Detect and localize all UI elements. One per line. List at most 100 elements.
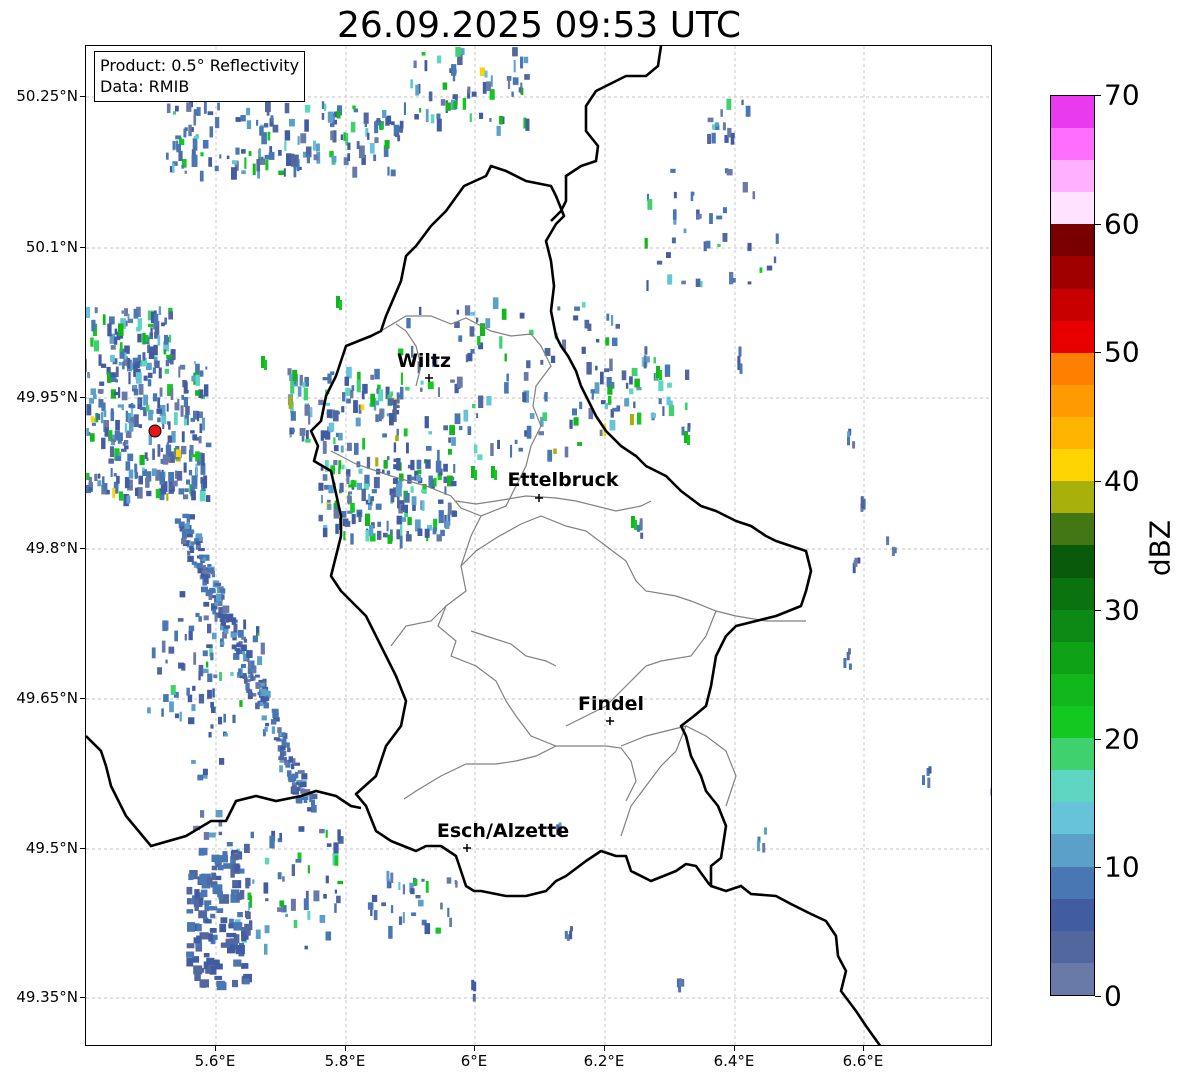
echo-cell <box>325 402 330 406</box>
lon-tick-label: 6°E <box>460 1052 488 1070</box>
echo-cell <box>109 446 115 457</box>
echo-cell <box>396 515 403 525</box>
echo-cell <box>115 379 119 383</box>
echo-cell <box>161 640 166 653</box>
echo-cell <box>211 865 218 871</box>
echo-cell <box>629 414 634 426</box>
echo-cell <box>594 382 600 394</box>
echo-cell <box>193 361 197 365</box>
city-label-wiltz: Wiltz <box>396 350 452 372</box>
echo-cell <box>324 484 330 490</box>
echo-cell <box>318 482 324 491</box>
colorbar-tick <box>1095 223 1101 225</box>
echo-cell <box>265 898 269 902</box>
echo-cell <box>128 372 131 385</box>
echo-cell <box>159 471 165 485</box>
echo-cell <box>137 318 142 330</box>
echo-cell <box>201 453 205 466</box>
radar-map[interactable] <box>85 45 992 1046</box>
echo-cell <box>327 373 332 384</box>
echo-cell <box>168 307 173 312</box>
echo-cell <box>184 170 187 174</box>
echo-cell <box>241 149 246 154</box>
echo-cell <box>330 130 334 141</box>
echo-cell <box>244 910 250 918</box>
echo-cell <box>373 910 378 921</box>
echo-cell <box>368 504 372 511</box>
echo-cell <box>202 650 208 657</box>
echo-cell <box>470 311 476 316</box>
echo-cell <box>512 47 518 57</box>
echo-cell <box>170 388 174 400</box>
echo-cell <box>557 306 561 311</box>
echo-cell <box>438 510 444 524</box>
colorbar-tick-label: 30 <box>1104 593 1140 627</box>
echo-cell <box>210 652 214 661</box>
echo-cell <box>198 548 205 552</box>
echo-cell <box>440 902 443 910</box>
echo-cell <box>238 868 245 874</box>
echo-cell <box>199 423 203 434</box>
echo-cell <box>232 714 236 724</box>
echo-cell <box>705 240 711 249</box>
echo-cell <box>664 364 671 377</box>
echo-cell <box>244 923 252 931</box>
echo-cell <box>449 425 455 435</box>
echo-cell <box>286 153 292 166</box>
echo-cell <box>525 118 530 131</box>
lat-tick <box>80 247 85 248</box>
echo-cell <box>612 381 615 389</box>
echo-cell <box>88 373 91 379</box>
echo-cell <box>204 900 212 905</box>
echo-cell <box>484 70 488 78</box>
echo-cell <box>425 109 429 123</box>
echo-cell <box>273 737 280 741</box>
echo-cell <box>670 168 676 173</box>
echo-cell <box>261 132 267 145</box>
echo-cell <box>586 362 592 375</box>
echo-cell <box>490 443 494 456</box>
echo-cell <box>419 306 422 315</box>
echo-cell <box>334 903 337 913</box>
echo-cell <box>210 724 214 729</box>
echo-cell <box>124 423 128 433</box>
echo-cell <box>214 602 219 607</box>
echo-cell <box>97 480 102 487</box>
echo-cell <box>742 182 748 193</box>
colorbar-segment <box>1051 738 1094 771</box>
echo-cell <box>279 765 283 773</box>
echo-cell <box>413 879 418 886</box>
echo-cell <box>270 719 277 725</box>
echo-cell <box>198 435 202 444</box>
echo-cell <box>696 213 702 219</box>
echo-cell <box>186 909 194 914</box>
echo-cell <box>110 411 115 421</box>
echo-cell <box>107 323 112 337</box>
echo-cell <box>255 682 261 689</box>
echo-cell <box>522 392 527 402</box>
echo-cell <box>151 647 156 659</box>
echo-cell <box>193 965 203 975</box>
echo-cell <box>382 433 387 438</box>
echo-cell <box>393 442 397 453</box>
echo-cell <box>344 376 349 386</box>
echo-cell <box>343 531 346 541</box>
echo-cell <box>313 140 316 151</box>
echo-cell <box>184 418 187 426</box>
echo-cell <box>104 427 109 437</box>
echo-cell <box>152 448 155 460</box>
echo-cell <box>352 166 358 178</box>
echo-cell <box>304 945 308 950</box>
echo-cell <box>387 534 393 544</box>
echo-cell <box>238 629 244 638</box>
echo-cell <box>288 396 293 409</box>
echo-cell <box>187 694 193 703</box>
echo-cell <box>356 379 361 393</box>
echo-cell <box>208 933 213 942</box>
echo-cell <box>227 613 234 620</box>
echo-cell <box>119 491 124 501</box>
echo-cell <box>447 502 452 515</box>
echo-cell <box>181 165 184 169</box>
echo-cell <box>454 413 461 425</box>
echo-cell <box>281 732 287 736</box>
